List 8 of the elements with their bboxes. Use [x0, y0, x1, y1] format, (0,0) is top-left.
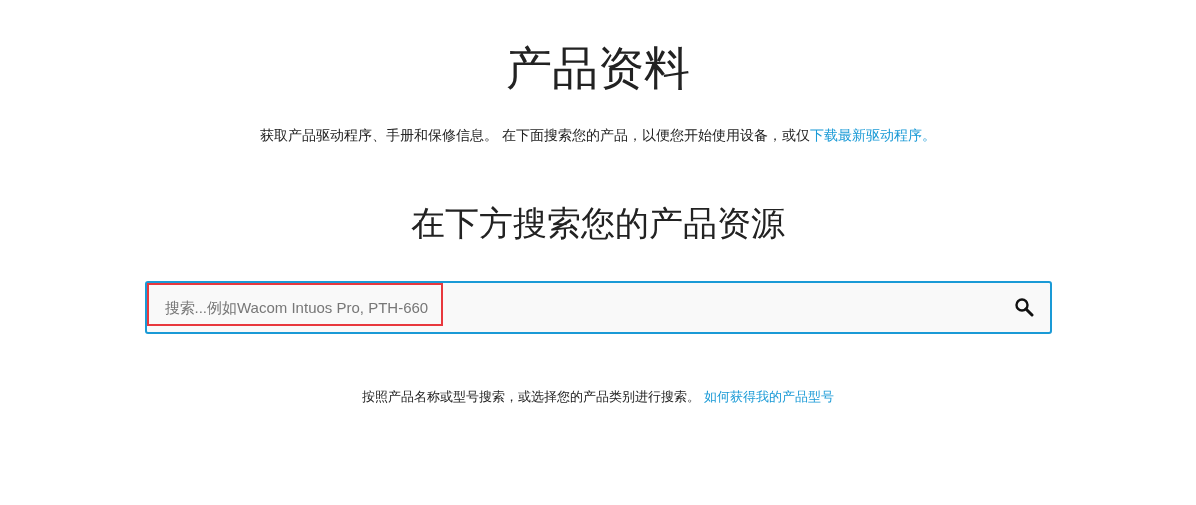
search-heading: 在下方搜索您的产品资源	[411, 202, 785, 245]
search-icon[interactable]	[1013, 297, 1034, 317]
intro-text: 获取产品驱动程序、手册和保修信息。 在下面搜索您的产品，以便您开始使用设备，或仅下载最新驱动程序。	[258, 126, 938, 145]
download-link[interactable]: 下载最新驱动程序。	[810, 127, 937, 143]
page-title: 产品资料	[506, 40, 690, 97]
model-help-link[interactable]: 如何获得我的产品型号	[704, 389, 835, 404]
hint-text: 按照产品名称或型号搜索，或选择您的产品类别进行搜索。 如何获得我的产品型号	[361, 388, 835, 406]
search-field[interactable]: 搜索...例如Wacom Intuos Pro, PTH-660	[144, 281, 1052, 334]
